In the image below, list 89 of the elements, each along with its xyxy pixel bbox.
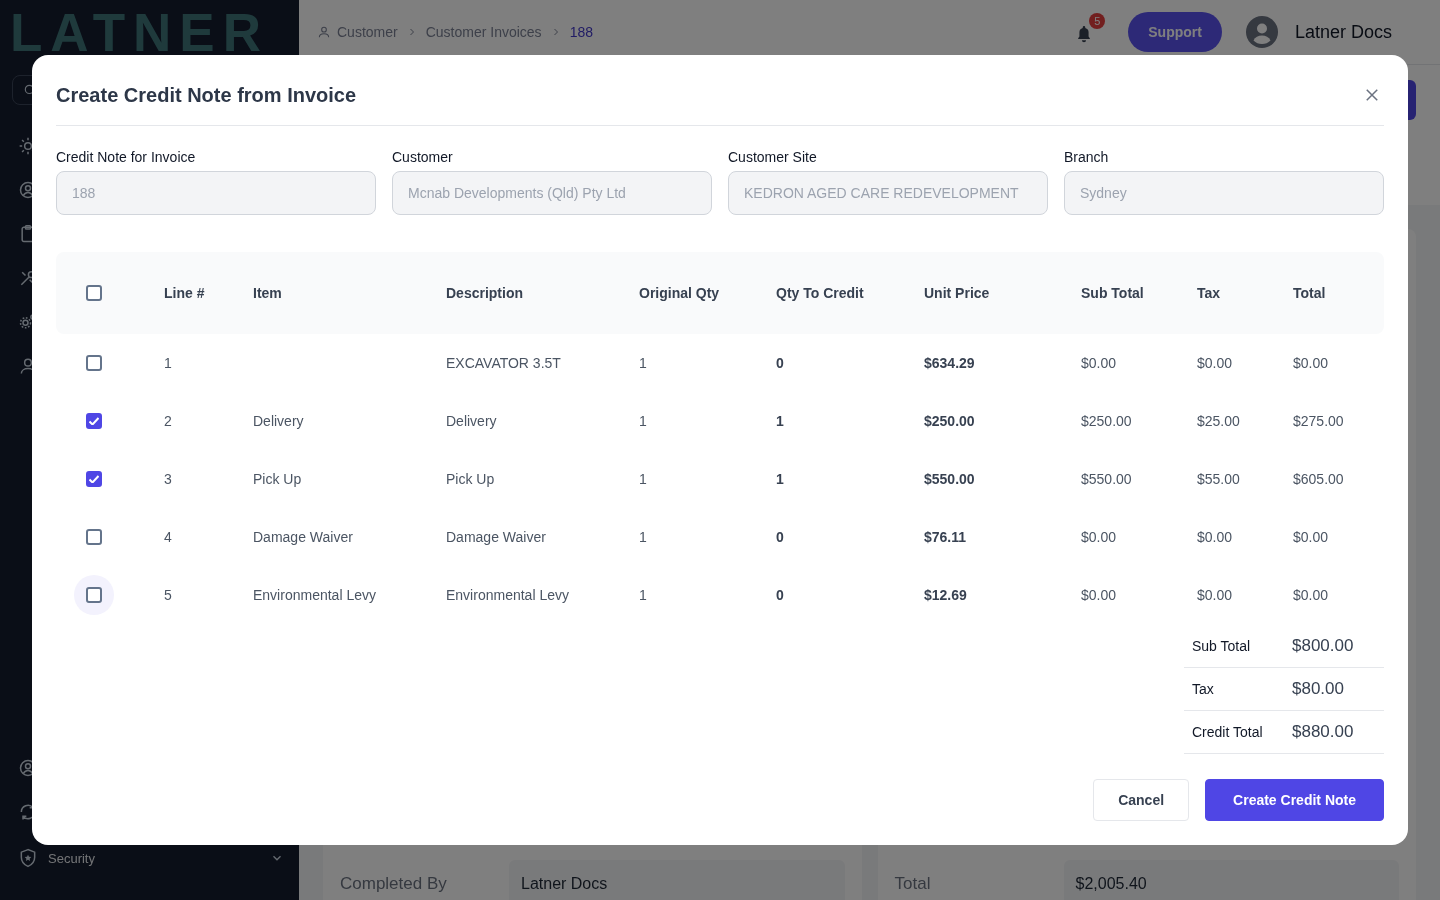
- column-header: Item: [253, 285, 282, 301]
- table-cell: $275.00: [1293, 413, 1344, 429]
- column-header: Total: [1293, 285, 1326, 301]
- table-cell: $0.00: [1197, 529, 1233, 545]
- table-cell: 1: [639, 471, 647, 487]
- value-field: Latner Docs: [509, 860, 845, 900]
- table-cell: $76.11: [924, 529, 967, 545]
- avatar-icon[interactable]: [1245, 16, 1278, 48]
- column-header: Description: [446, 285, 523, 301]
- breadcrumb-link[interactable]: Customer Invoices: [425, 24, 542, 40]
- column-header: Sub Total: [1081, 285, 1144, 301]
- breadcrumb-link[interactable]: 188: [569, 24, 593, 40]
- table-cell: 0: [776, 529, 784, 545]
- table-cell: 1: [639, 529, 647, 545]
- detail-label: Total: [894, 874, 932, 894]
- breadcrumb-link[interactable]: Customer: [337, 24, 398, 40]
- table-cell: $550.00: [1081, 471, 1132, 487]
- close-icon[interactable]: [1363, 86, 1381, 104]
- column-header: Original Qty: [639, 285, 720, 301]
- cancel-button[interactable]: Cancel: [1093, 779, 1190, 821]
- table-cell: $0.00: [1197, 355, 1233, 371]
- table-cell: 0: [776, 355, 784, 371]
- table-cell: $0.00: [1081, 355, 1117, 371]
- field-label: Branch: [1064, 148, 1110, 167]
- table-cell: $25.00: [1197, 413, 1240, 429]
- table-cell: $250.00: [1081, 413, 1132, 429]
- table-cell: 2: [164, 413, 172, 429]
- detail-label: Completed By: [340, 874, 448, 894]
- table-cell: 1: [639, 413, 647, 429]
- table-cell: $0.00: [1197, 587, 1233, 603]
- table-cell: $550.00: [924, 471, 975, 487]
- table-cell: Environmental Levy: [446, 587, 569, 603]
- notification-badge: 5: [1089, 12, 1106, 29]
- column-header: Line #: [164, 285, 205, 301]
- totals-label: Credit Total: [1192, 724, 1264, 740]
- checkbox[interactable]: [86, 471, 102, 487]
- table-cell: EXCAVATOR 3.5T: [446, 355, 561, 371]
- totals-value: $80.00: [1292, 679, 1344, 699]
- table-cell: 0: [776, 587, 784, 603]
- table-cell: $0.00: [1081, 587, 1117, 603]
- table-cell: $605.00: [1293, 471, 1344, 487]
- table-cell: 3: [164, 471, 172, 487]
- column-header: Qty To Credit: [776, 285, 864, 301]
- modal-title: Create Credit Note from Invoice: [56, 83, 357, 108]
- check-icon: [89, 475, 99, 483]
- field-label: Customer Site: [728, 148, 818, 167]
- checkbox[interactable]: [86, 529, 102, 545]
- table-cell: Pick Up: [446, 471, 495, 487]
- totals-value: $880.00: [1292, 722, 1354, 742]
- table-cell: $0.00: [1293, 529, 1329, 545]
- table-cell: Delivery: [446, 413, 497, 429]
- checkbox[interactable]: [86, 587, 102, 603]
- create-button[interactable]: Create Credit Note: [1205, 779, 1384, 821]
- column-header: Unit Price: [924, 285, 990, 301]
- shield-icon: [18, 848, 38, 868]
- table-cell: 1: [776, 471, 784, 487]
- table-cell: Pick Up: [253, 471, 302, 487]
- table-cell: 1: [639, 587, 647, 603]
- table-cell: Environmental Levy: [253, 587, 376, 603]
- field-label: Credit Note for Invoice: [56, 148, 197, 167]
- table-cell: $0.00: [1293, 355, 1329, 371]
- table-cell: 1: [776, 413, 784, 429]
- column-header: Tax: [1197, 285, 1221, 301]
- table-cell: Delivery: [253, 413, 304, 429]
- table-cell: Damage Waiver: [446, 529, 546, 545]
- user-icon: [317, 25, 331, 39]
- select-all-checkbox[interactable]: [86, 285, 102, 301]
- table-cell: 1: [164, 355, 172, 371]
- check-icon: [89, 417, 99, 425]
- table-cell: 5: [164, 587, 172, 603]
- table-cell: $634.29: [924, 355, 975, 371]
- user-name[interactable]: Latner Docs: [1294, 21, 1392, 43]
- sidebar-item[interactable]: Security: [0, 836, 299, 880]
- table-cell: $250.00: [924, 413, 975, 429]
- checkbox[interactable]: [86, 355, 102, 371]
- table-cell: 1: [639, 355, 647, 371]
- table-cell: $0.00: [1081, 529, 1117, 545]
- table-cell: Damage Waiver: [253, 529, 353, 545]
- table-cell: 4: [164, 529, 172, 545]
- table-cell: $0.00: [1293, 587, 1329, 603]
- field-label: Customer: [392, 148, 454, 167]
- value-field: $2,005.40: [1063, 860, 1399, 900]
- table-cell: $12.69: [924, 587, 967, 603]
- checkbox[interactable]: [86, 413, 102, 429]
- totals-label: Sub Total: [1192, 638, 1252, 654]
- totals-value: $800.00: [1292, 636, 1354, 656]
- support-button[interactable]: Support: [1128, 12, 1222, 52]
- totals-label: Tax: [1192, 681, 1215, 697]
- table-cell: $55.00: [1197, 471, 1240, 487]
